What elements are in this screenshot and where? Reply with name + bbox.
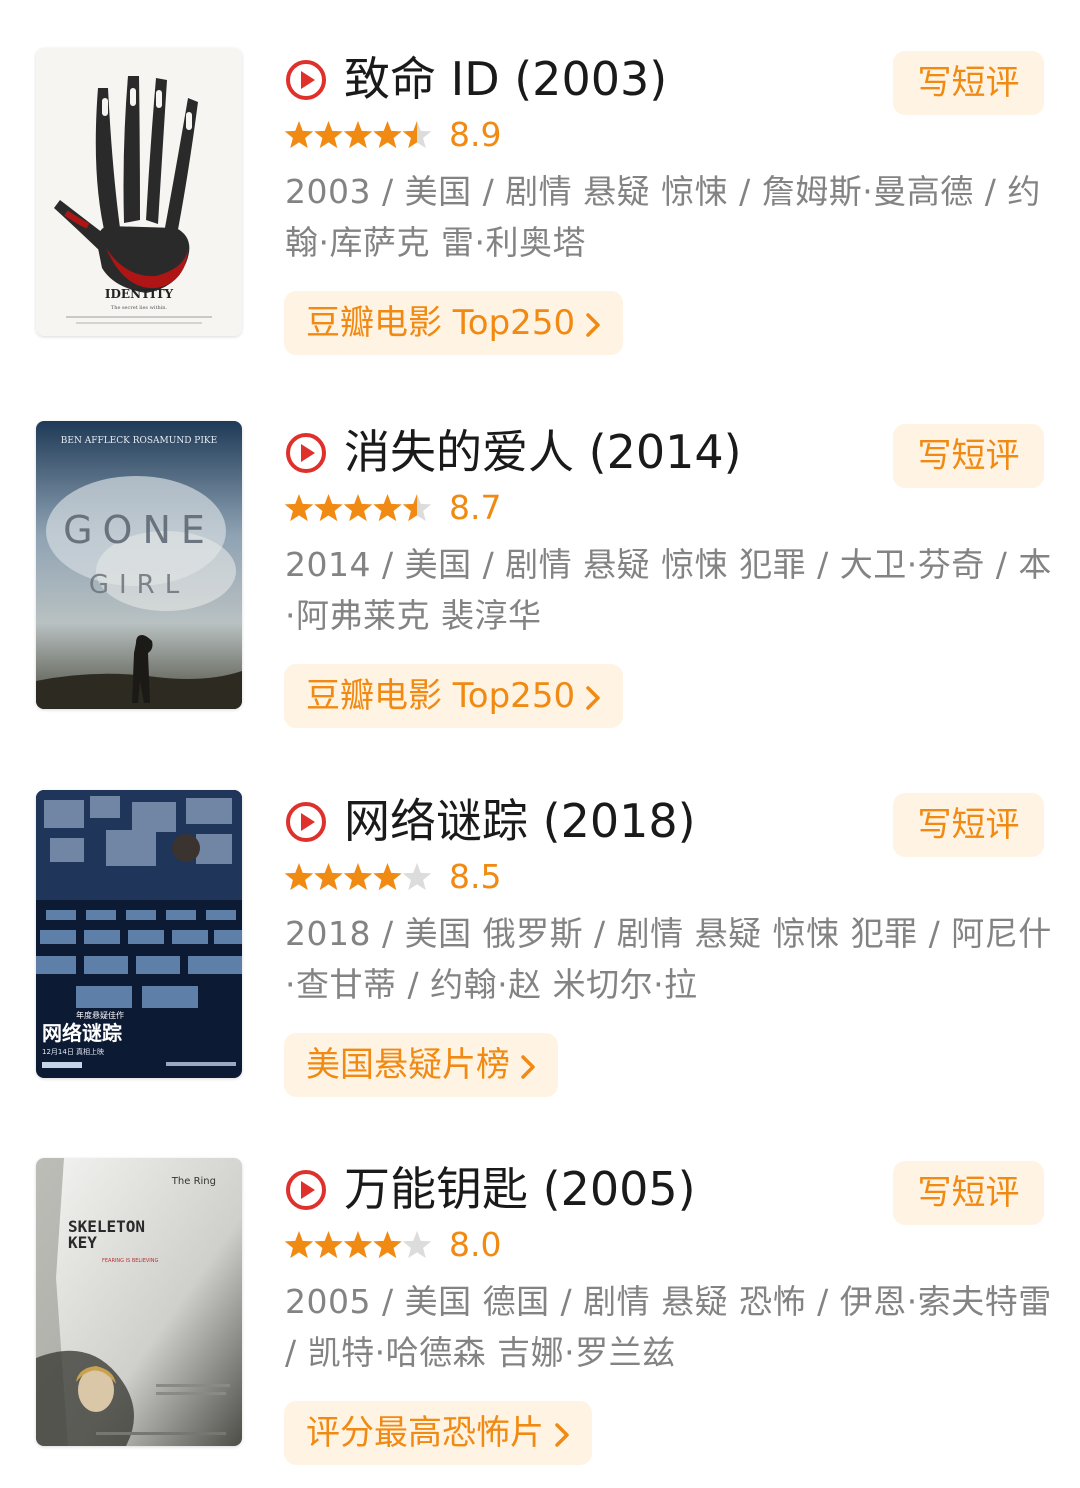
star-icon	[284, 494, 314, 522]
poster-actors-text: BEN AFFLECK ROSAMUND PIKE	[61, 436, 217, 446]
poster-title-line2: GIRL	[89, 570, 189, 600]
star-icon	[402, 1231, 432, 1259]
poster-title-text: IDENTITY	[105, 287, 174, 301]
movie-meta: 2014 / 美国 / 剧情 悬疑 惊悚 犯罪 / 大卫·芬奇 / 本·阿弗莱克…	[285, 545, 1052, 635]
ranking-list-label: 评分最高恐怖片	[306, 1413, 544, 1453]
star-icon	[314, 121, 343, 149]
ranking-list-label: 豆瓣电影 Top250	[306, 303, 576, 343]
play-icon	[286, 60, 326, 100]
star-icon	[343, 863, 373, 891]
rating-stars-icon	[284, 863, 432, 891]
star-icon	[314, 863, 343, 891]
chevron-right-icon	[586, 685, 600, 710]
star-icon	[284, 1231, 314, 1259]
rating-score: 8.5	[449, 857, 502, 896]
movie-meta: 2018 / 美国 俄罗斯 / 剧情 悬疑 惊悚 犯罪 / 阿尼什·查甘蒂 / …	[285, 914, 1052, 1004]
star-icon	[373, 863, 402, 891]
movie-poster[interactable]: BEN AFFLECK ROSAMUND PIKE GONE GIRL	[36, 421, 242, 709]
star-icon	[373, 1231, 402, 1259]
rating-stars-icon	[284, 121, 432, 149]
write-review-button[interactable]: 写短评	[893, 424, 1044, 488]
poster-date-text: 12月14日 真相上映	[42, 1047, 104, 1056]
poster-title-line1: GONE	[63, 508, 215, 552]
star-icon	[402, 863, 432, 891]
ranking-list-label: 豆瓣电影 Top250	[306, 676, 576, 716]
rating-stars-icon	[284, 1231, 432, 1259]
star-icon	[343, 1231, 373, 1259]
ranking-list-button[interactable]: 豆瓣电影 Top250	[284, 291, 624, 355]
write-review-button[interactable]: 写短评	[893, 51, 1044, 115]
poster-tagline-text: The secret lies within.	[111, 305, 168, 311]
movie-title[interactable]: 万能钥匙 (2005)	[344, 1158, 696, 1220]
rating-score: 8.7	[449, 488, 502, 527]
poster-tagline-text: FEARING IS BELIEVING	[102, 1258, 158, 1264]
chevron-right-icon	[586, 312, 600, 337]
movie-poster[interactable]: IDENTITY The secret lies within.	[36, 48, 242, 336]
movie-poster[interactable]: 年度悬疑佳作 网络谜踪 12月14日 真相上映	[36, 790, 242, 1078]
movie-card[interactable]: BEN AFFLECK ROSAMUND PIKE GONE GIRL 消失的爱…	[0, 421, 1080, 751]
write-review-button[interactable]: 写短评	[893, 1161, 1044, 1225]
play-icon	[286, 1170, 326, 1210]
star-icon	[314, 1231, 343, 1259]
movie-card[interactable]: IDENTITY The secret lies within. 致命 ID (…	[0, 48, 1080, 378]
write-review-button[interactable]: 写短评	[893, 793, 1044, 857]
play-icon	[286, 433, 326, 473]
star-icon	[373, 121, 402, 149]
star-icon	[314, 494, 343, 522]
ranking-list-label: 美国悬疑片榜	[306, 1045, 510, 1085]
movie-card[interactable]: The Ring SKELETON KEY FEARING IS BELIEVI…	[0, 1158, 1080, 1488]
movie-title[interactable]: 消失的爱人 (2014)	[344, 421, 742, 483]
movie-poster[interactable]: The Ring SKELETON KEY FEARING IS BELIEVI…	[36, 1158, 242, 1446]
poster-title-text: 网络谜踪	[42, 1021, 122, 1045]
movie-title[interactable]: 致命 ID (2003)	[344, 48, 667, 110]
rating-score: 8.9	[449, 115, 502, 154]
star-icon	[343, 494, 373, 522]
rating-stars-icon	[284, 494, 432, 522]
ranking-list-button[interactable]: 豆瓣电影 Top250	[284, 664, 624, 728]
star-icon	[373, 494, 402, 522]
poster-kicker-text: 年度悬疑佳作	[76, 1010, 124, 1020]
star-icon	[284, 863, 314, 891]
ranking-list-button[interactable]: 美国悬疑片榜	[284, 1033, 558, 1097]
movie-meta: 2005 / 美国 德国 / 剧情 悬疑 恐怖 / 伊恩·索夫特雷 / 凯特·哈…	[285, 1282, 1052, 1372]
ranking-list-button[interactable]: 评分最高恐怖片	[284, 1401, 592, 1465]
movie-meta: 2003 / 美国 / 剧情 悬疑 惊悚 / 詹姆斯·曼高德 / 约翰·库萨克 …	[285, 172, 1041, 262]
star-icon	[402, 121, 432, 149]
star-icon	[343, 121, 373, 149]
movie-title[interactable]: 网络谜踪 (2018)	[344, 790, 696, 852]
rating-score: 8.0	[449, 1225, 502, 1264]
play-icon	[286, 802, 326, 842]
chevron-right-icon	[521, 1054, 535, 1079]
star-icon	[402, 494, 432, 522]
star-icon	[284, 121, 314, 149]
poster-top-text: The Ring	[171, 1176, 216, 1187]
chevron-right-icon	[555, 1422, 569, 1447]
movie-card[interactable]: 年度悬疑佳作 网络谜踪 12月14日 真相上映 网络谜踪 (2018) 写短评 …	[0, 790, 1080, 1120]
poster-title-line2: KEY	[68, 1233, 97, 1252]
